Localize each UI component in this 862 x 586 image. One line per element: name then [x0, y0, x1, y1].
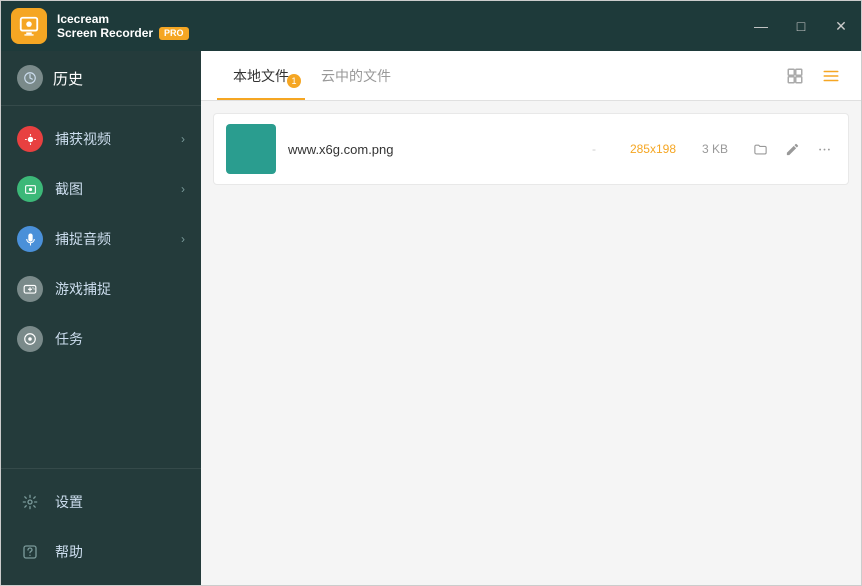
main-layout: 历史 捕获视频 ›: [1, 51, 861, 585]
capture-video-chevron: ›: [181, 132, 185, 146]
minimize-button[interactable]: —: [741, 1, 781, 51]
maximize-button[interactable]: □: [781, 1, 821, 51]
sidebar-help[interactable]: 帮助: [1, 527, 201, 577]
sidebar-item-tasks[interactable]: 任务: [1, 314, 201, 364]
settings-icon: [17, 489, 43, 515]
title-bar: Icecream Screen Recorder PRO — □ ✕: [1, 1, 861, 51]
pro-badge: PRO: [159, 27, 189, 40]
tab-local-files-label: 本地文件: [233, 68, 289, 84]
close-button[interactable]: ✕: [821, 1, 861, 51]
sidebar-item-capture-video-label: 捕获视频: [55, 129, 111, 149]
help-label: 帮助: [55, 542, 83, 562]
screenshot-chevron: ›: [181, 182, 185, 196]
file-actions: [748, 137, 836, 161]
help-icon: [17, 539, 43, 565]
file-size: 3 KB: [688, 142, 728, 156]
app-name-line2: Screen Recorder PRO: [57, 26, 189, 40]
history-item[interactable]: 历史: [1, 51, 201, 106]
sidebar-footer: 设置 帮助: [1, 468, 201, 585]
game-icon: [17, 276, 43, 302]
sidebar-item-game[interactable]: 游戏捕捉: [1, 264, 201, 314]
sidebar-menu: 捕获视频 › 截图 ›: [1, 106, 201, 468]
sidebar-item-game-label: 游戏捕捉: [55, 279, 111, 299]
file-separator: -: [584, 142, 604, 156]
file-more-button[interactable]: [812, 137, 836, 161]
sidebar-item-capture-video[interactable]: 捕获视频 ›: [1, 114, 201, 164]
sidebar-item-audio[interactable]: 捕捉音频 ›: [1, 214, 201, 264]
sidebar-settings[interactable]: 设置: [1, 477, 201, 527]
history-label: 历史: [53, 68, 83, 89]
sidebar-item-audio-label: 捕捉音频: [55, 229, 111, 249]
file-list: www.x6g.com.png - 285x198 3 KB: [201, 101, 861, 585]
file-name: www.x6g.com.png: [288, 142, 572, 157]
list-view-button[interactable]: [817, 62, 845, 90]
tab-local-files[interactable]: 本地文件 1: [217, 66, 305, 100]
file-edit-button[interactable]: [780, 137, 804, 161]
content-header: 本地文件 1 云中的文件: [201, 51, 861, 101]
window-controls: — □ ✕: [741, 1, 861, 51]
title-bar-left: Icecream Screen Recorder PRO: [11, 8, 189, 44]
capture-video-icon: [17, 126, 43, 152]
history-icon: [17, 65, 43, 91]
file-item: www.x6g.com.png - 285x198 3 KB: [213, 113, 849, 185]
settings-label: 设置: [55, 492, 83, 512]
tab-cloud-files[interactable]: 云中的文件: [305, 66, 407, 100]
app-name-line1: Icecream: [57, 12, 189, 26]
tabs: 本地文件 1 云中的文件: [217, 51, 407, 100]
sidebar-item-screenshot-label: 截图: [55, 179, 83, 199]
file-open-folder-button[interactable]: [748, 137, 772, 161]
content-area: 本地文件 1 云中的文件: [201, 51, 861, 585]
grid-view-button[interactable]: [781, 62, 809, 90]
audio-chevron: ›: [181, 232, 185, 246]
audio-icon: [17, 226, 43, 252]
tab-cloud-files-label: 云中的文件: [321, 68, 391, 84]
file-dimensions: 285x198: [616, 142, 676, 156]
view-controls: [781, 62, 845, 100]
app-name: Icecream Screen Recorder PRO: [57, 12, 189, 41]
sidebar-item-tasks-label: 任务: [55, 329, 83, 349]
screenshot-icon: [17, 176, 43, 202]
tasks-icon: [17, 326, 43, 352]
sidebar-item-screenshot[interactable]: 截图 ›: [1, 164, 201, 214]
app-window: Icecream Screen Recorder PRO — □ ✕: [0, 0, 862, 586]
file-thumbnail: [226, 124, 276, 174]
sidebar: 历史 捕获视频 ›: [1, 51, 201, 585]
app-name-line2-text: Screen Recorder: [57, 26, 153, 40]
app-logo: [11, 8, 47, 44]
tab-local-files-badge: 1: [287, 74, 301, 88]
